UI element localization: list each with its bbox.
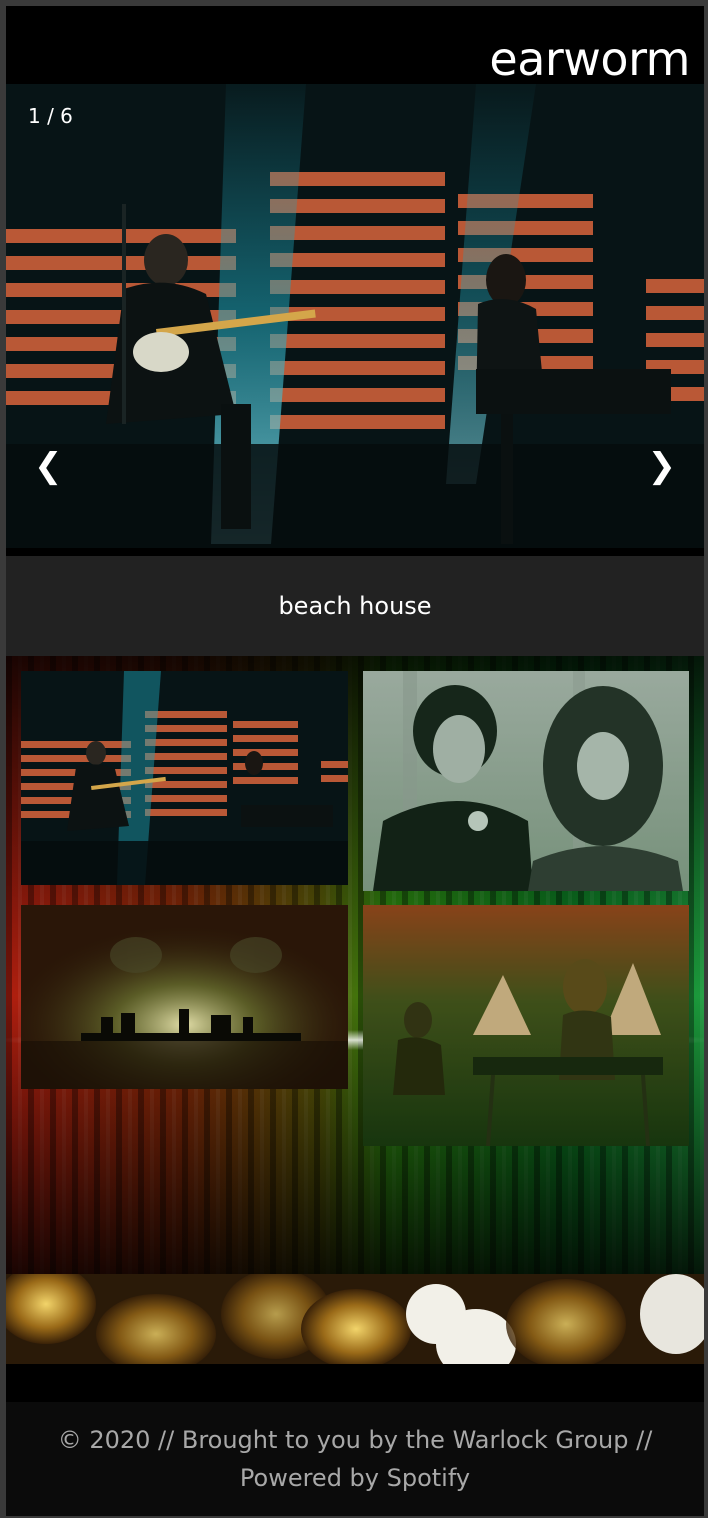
- footer: © 2020 // Brought to you by the Warlock …: [6, 1402, 704, 1516]
- chevron-right-icon[interactable]: ❯: [648, 449, 677, 483]
- footer-credits: © 2020 // Brought to you by the Warlock …: [57, 1426, 653, 1492]
- brand-logo[interactable]: earworm: [489, 36, 690, 82]
- artist-name: beach house: [278, 592, 432, 620]
- slide-divider: [6, 548, 704, 556]
- caption-bar: beach house: [6, 556, 704, 656]
- slide-image: [6, 84, 704, 548]
- header: earworm: [6, 6, 704, 84]
- keyboard-performance-photo[interactable]: [363, 905, 689, 1146]
- duo-portrait-photo[interactable]: [363, 671, 689, 891]
- slideshow: 1 / 6 ❮ ❯: [6, 84, 704, 556]
- app-frame: earworm 1 / 6 ❮ ❯ beach house © 2020 // …: [6, 6, 704, 1516]
- album-art-banner: [6, 1274, 704, 1364]
- chevron-left-icon[interactable]: ❮: [34, 449, 63, 483]
- photo-gallery: [6, 656, 704, 1274]
- concert-stage-photo[interactable]: [21, 671, 348, 885]
- slide-counter: 1 / 6: [28, 104, 73, 128]
- silhouette-stage-photo[interactable]: [21, 905, 348, 1089]
